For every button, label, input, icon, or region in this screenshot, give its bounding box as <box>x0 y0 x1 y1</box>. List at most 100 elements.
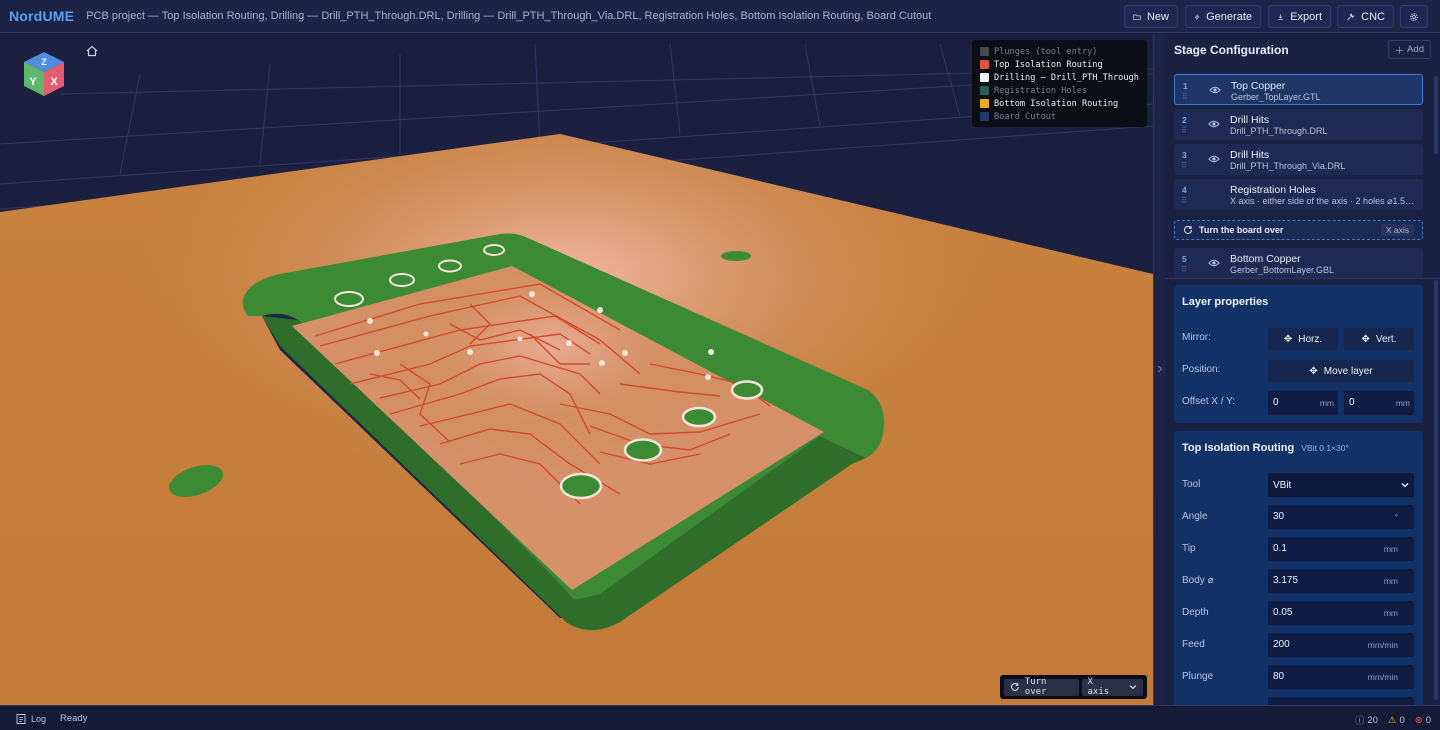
stage-item-drill-hits-1[interactable]: 2 ⠿ Drill Hits Drill_PTH_Through.DRL <box>1174 109 1423 140</box>
mirror-vertical-button[interactable]: ✥ Vert. <box>1344 328 1414 350</box>
stage-number: 5 <box>1182 254 1187 264</box>
tip-field[interactable]: 0.1 mm <box>1268 537 1414 561</box>
status-text: Ready <box>60 713 88 724</box>
stage-item-registration-holes[interactable]: 4 ⠿ Registration Holes X axis · either s… <box>1174 179 1423 210</box>
download-icon <box>1278 13 1284 20</box>
mirror-horizontal-button[interactable]: ✥ Horz. <box>1268 328 1338 350</box>
stage-number: 4 <box>1182 185 1187 195</box>
drag-handle-icon[interactable]: ⠿ <box>1182 92 1188 101</box>
stage-name: Top Copper <box>1231 80 1286 92</box>
error-counter[interactable]: ⊗ 0 <box>1415 713 1431 727</box>
warning-counter[interactable]: ⚠ 0 <box>1388 713 1405 727</box>
body-diameter-value: 3.175 <box>1273 575 1299 586</box>
angle-unit: ° <box>1394 512 1398 522</box>
panel-splitter[interactable] <box>1153 34 1165 705</box>
layer-properties-title: Layer properties <box>1182 296 1269 308</box>
new-button-label: New <box>1146 10 1169 23</box>
info-counter[interactable]: ⓘ 20 <box>1355 713 1378 728</box>
stage-name: Bottom Copper <box>1230 253 1301 265</box>
status-bar: Log Ready ⓘ 20 ⚠ 0 ⊗ 0 <box>0 705 1440 730</box>
tip-value: 0.1 <box>1273 543 1287 554</box>
turn-board-over-row[interactable]: Turn the board over X axis <box>1174 220 1423 240</box>
plunge-field[interactable]: 80 mm/min <box>1268 665 1414 689</box>
warning-count: 0 <box>1399 714 1405 726</box>
position-label: Position: <box>1182 364 1221 375</box>
eye-icon[interactable] <box>1208 258 1220 268</box>
new-button[interactable]: New <box>1124 5 1178 28</box>
plunge-unit: mm/min <box>1367 672 1398 682</box>
drag-handle-icon[interactable]: ⠿ <box>1181 126 1187 135</box>
plus-icon: ＋ <box>1394 45 1405 57</box>
angle-field[interactable]: 30 ° <box>1268 505 1414 529</box>
stage-file: Gerber_TopLayer.GTL <box>1231 92 1321 102</box>
feed-field[interactable]: 200 mm/min <box>1268 633 1414 657</box>
stage-name: Drill Hits <box>1230 114 1270 126</box>
legend-item-plunges: Plunges (tool entry) <box>980 45 1139 58</box>
export-button[interactable]: Export <box>1268 5 1331 28</box>
move-layer-button[interactable]: ✥ Move layer <box>1268 360 1414 382</box>
project-title: PCB project — Top Isolation Routing, Dri… <box>86 10 932 22</box>
warning-icon: ⚠ <box>1387 714 1397 726</box>
turn-board-over-label: Turn the board over <box>1199 225 1284 235</box>
home-icon[interactable] <box>85 44 99 58</box>
depth-unit: mm <box>1383 608 1398 618</box>
error-icon: ⊗ <box>1414 714 1423 726</box>
add-stage-label: Add <box>1407 44 1424 55</box>
registration-hole-right <box>721 251 751 261</box>
move-layer-label: Move layer <box>1323 365 1373 377</box>
mirror-label: Mirror: <box>1182 332 1211 343</box>
offset-y-value: 0 <box>1349 397 1355 408</box>
3d-viewport[interactable]: Z Y X Plunges (tool entry) Top Isolation… <box>0 34 1153 705</box>
drag-handle-icon[interactable]: ⠿ <box>1181 265 1187 274</box>
log-label: Log <box>31 713 47 724</box>
settings-button[interactable] <box>1400 5 1428 28</box>
generate-button[interactable]: Generate <box>1185 5 1261 28</box>
plunge-value: 80 <box>1273 671 1285 682</box>
stage-list-scrollbar[interactable] <box>1434 76 1438 154</box>
stage-item-drill-hits-2[interactable]: 3 ⠿ Drill Hits Drill_PTH_Through_Via.DRL <box>1174 144 1423 175</box>
stage-item-bottom-copper[interactable]: 5 ⠿ Bottom Copper Gerber_BottomLayer.GBL <box>1174 248 1423 279</box>
generate-button-label: Generate <box>1206 10 1252 23</box>
toolpath-legend: Plunges (tool entry) Top Isolation Routi… <box>972 40 1147 127</box>
drag-handle-icon[interactable]: ⠿ <box>1181 196 1187 205</box>
eye-icon[interactable] <box>1209 85 1221 95</box>
info-count: 20 <box>1367 714 1378 726</box>
view-cube[interactable]: Z Y X <box>18 48 70 104</box>
body-diameter-unit: mm <box>1383 576 1398 586</box>
add-stage-button[interactable]: ＋ Add <box>1387 40 1431 59</box>
bolt-icon <box>1194 13 1200 20</box>
body-diameter-field[interactable]: 3.175 mm <box>1268 569 1414 593</box>
eye-icon[interactable] <box>1208 154 1220 164</box>
depth-value: 0.05 <box>1273 607 1293 618</box>
stage-name: Registration Holes <box>1230 184 1316 196</box>
depth-field[interactable]: 0.05 mm <box>1268 601 1414 625</box>
turn-over-button[interactable]: Turn over <box>1004 677 1079 697</box>
turn-axis-badge: X axis <box>1380 224 1414 236</box>
view-cube-right-label: X <box>50 76 58 88</box>
offset-y-field[interactable]: 0 mm <box>1344 391 1414 415</box>
stage-item-top-copper[interactable]: 1 ⠿ Top Copper Gerber_TopLayer.GTL <box>1174 74 1423 105</box>
status-counters: ⓘ 20 ⚠ 0 ⊗ 0 <box>1355 713 1431 728</box>
eye-icon[interactable] <box>1208 119 1220 129</box>
legend-item-bottom-isolation: Bottom Isolation Routing <box>980 97 1139 110</box>
log-button[interactable]: Log <box>16 713 46 724</box>
offset-x-field[interactable]: 0 mm <box>1268 391 1338 415</box>
depth-label: Depth <box>1182 607 1209 618</box>
mirror-horizontal-label: Horz. <box>1298 333 1323 345</box>
mirror-vertical-label: Vert. <box>1375 333 1397 345</box>
turn-axis-select[interactable]: X axis <box>1081 677 1143 697</box>
feed-unit: mm/min <box>1367 640 1398 650</box>
drag-handle-icon[interactable]: ⠿ <box>1181 161 1187 170</box>
tool-select[interactable]: VBit <box>1268 473 1414 497</box>
error-count: 0 <box>1425 714 1431 726</box>
next-field-partial[interactable] <box>1268 697 1414 705</box>
board-3d-scene[interactable] <box>0 34 1153 705</box>
stage-number: 3 <box>1182 150 1187 160</box>
arrows-horizontal-icon: ✥ <box>1283 333 1293 345</box>
routing-subtitle: VBit 0.1×30° <box>1301 443 1349 453</box>
plunge-label: Plunge <box>1182 671 1214 682</box>
cnc-button[interactable]: CNC <box>1337 5 1394 28</box>
clipboard-icon <box>16 714 26 724</box>
turn-over-label: Turn over <box>1024 677 1047 697</box>
properties-scrollbar[interactable] <box>1434 280 1438 700</box>
